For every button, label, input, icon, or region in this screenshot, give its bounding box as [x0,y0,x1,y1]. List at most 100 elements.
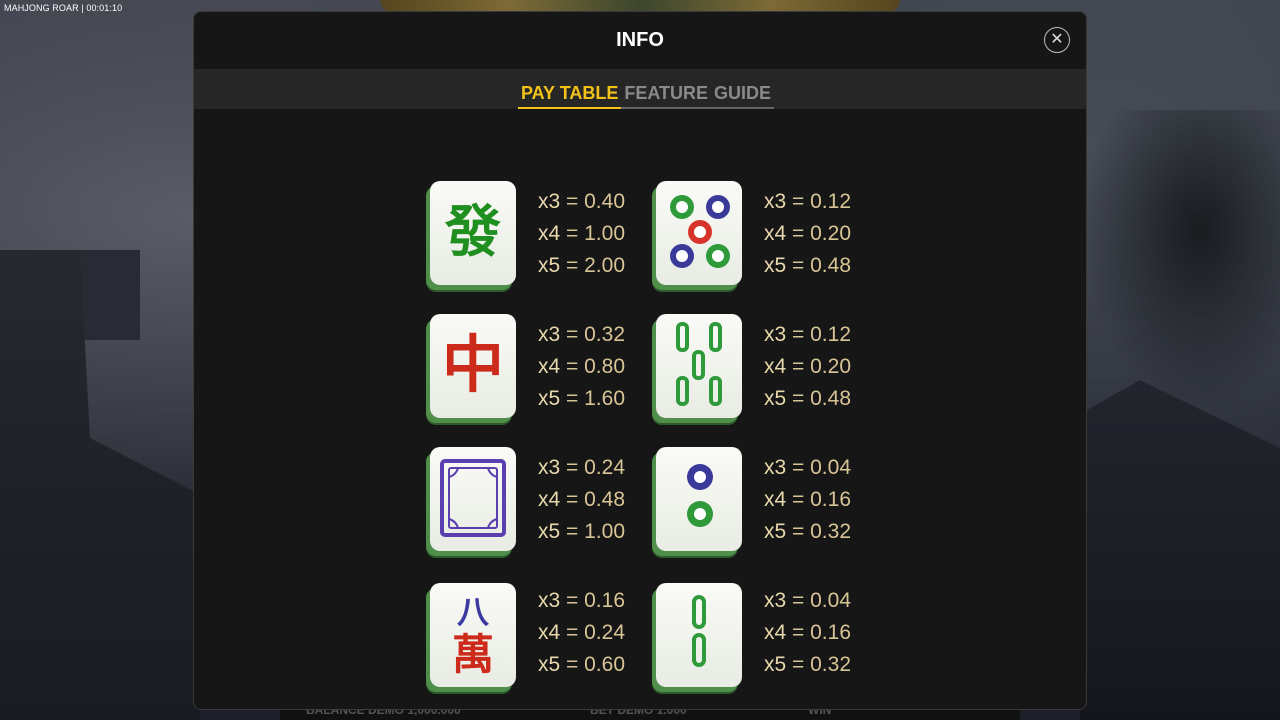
close-icon: ✕ [1050,31,1064,48]
wan-glyph: 萬 [452,630,494,679]
five-dots-tile [656,181,742,285]
pay-value: = 0.04 [792,456,852,479]
pay-multiplier: x3 [538,190,561,213]
pay-multiplier: x4 [538,488,561,511]
pay-line: x3 = 0.04 [764,452,851,484]
info-modal: INFO ✕ PAY TABLE FEATURE GUIDE 發 x3 = 0.… [193,11,1087,710]
pay-multiplier: x4 [764,222,787,245]
tab-feature[interactable]: FEATURE [621,83,712,109]
pay-line: x4 = 0.80 [538,351,625,383]
pays-white-dragon: x3 = 0.24 x4 = 0.48 x5 = 1.00 [538,452,625,548]
pay-line: x3 = 0.40 [538,186,625,218]
zhong-glyph: 中 [442,328,504,401]
pay-value: = 0.12 [792,190,852,213]
pay-value: = 0.20 [792,222,852,245]
pay-value: = 0.12 [792,323,852,346]
tab-bar: PAY TABLE FEATURE GUIDE [194,69,1086,109]
pay-line: x5 = 0.60 [538,649,625,681]
pay-line: x4 = 0.20 [764,351,851,383]
pay-line: x5 = 2.00 [538,250,625,282]
pays-red-zhong: x3 = 0.32 x4 = 0.80 x5 = 1.60 [538,319,625,415]
pay-line: x3 = 0.12 [764,186,851,218]
pay-multiplier: x4 [538,222,561,245]
pay-line: x4 = 0.20 [764,218,851,250]
pay-line: x3 = 0.16 [538,585,625,617]
white-dragon-frame-icon [440,459,506,537]
pay-multiplier: x3 [764,589,787,612]
pay-line: x4 = 0.16 [764,484,851,516]
pay-value: = 0.48 [566,488,626,511]
pay-value: = 0.80 [566,355,626,378]
pay-multiplier: x5 [764,653,787,676]
two-bamboo-tile [656,583,742,687]
pay-line: x4 = 0.48 [538,484,625,516]
pay-multiplier: x5 [538,653,561,676]
pay-line: x3 = 0.04 [764,585,851,617]
two-dots-tile [656,447,742,551]
two-bamboo-icon [692,595,706,667]
pay-multiplier: x5 [764,387,787,410]
pay-line: x5 = 0.48 [764,250,851,282]
pay-value: = 2.00 [566,254,626,277]
session-label: MAHJONG ROAR | 00:01:10 [4,3,123,13]
ba-glyph: 八 [457,593,490,631]
pay-value: = 0.48 [792,254,852,277]
pays-five-bamboo: x3 = 0.12 x4 = 0.20 x5 = 0.48 [764,319,851,415]
modal-header: INFO ✕ [194,12,1086,69]
pay-line: x3 = 0.24 [538,452,625,484]
pay-value: = 0.32 [566,323,626,346]
pay-value: = 0.32 [792,520,852,543]
pay-line: x4 = 0.16 [764,617,851,649]
pay-multiplier: x3 [538,456,561,479]
pay-line: x4 = 1.00 [538,218,625,250]
red-zhong-dragon-tile: 中 [430,314,516,418]
pay-value: = 0.04 [792,589,852,612]
pay-value: = 0.16 [566,589,626,612]
pay-line: x5 = 0.32 [764,516,851,548]
pay-line: x5 = 1.60 [538,383,625,415]
pay-multiplier: x4 [764,621,787,644]
paytable-grid: 發 x3 = 0.40 x4 = 1.00 x5 = 2.00 x3 = 0.1… [194,109,1086,709]
pay-multiplier: x4 [538,355,561,378]
tab-pay-table[interactable]: PAY TABLE [518,83,622,109]
pay-value: = 0.16 [792,621,852,644]
pay-line: x5 = 1.00 [538,516,625,548]
pay-line: x5 = 0.48 [764,383,851,415]
white-dragon-tile [430,447,516,551]
pay-line: x4 = 0.24 [538,617,625,649]
pay-multiplier: x4 [538,621,561,644]
pay-multiplier: x5 [764,254,787,277]
green-fa-dragon-tile: 發 [430,181,516,285]
close-button[interactable]: ✕ [1044,27,1070,53]
pay-multiplier: x3 [764,456,787,479]
pay-multiplier: x5 [764,520,787,543]
fa-glyph: 發 [444,200,501,265]
pay-value: = 1.00 [566,222,626,245]
pay-multiplier: x3 [538,323,561,346]
five-bamboo-tile [656,314,742,418]
pay-value: = 1.00 [566,520,626,543]
pay-multiplier: x5 [538,387,561,410]
pay-line: x3 = 0.32 [538,319,625,351]
pay-line: x5 = 0.32 [764,649,851,681]
pays-green-fa: x3 = 0.40 x4 = 1.00 x5 = 2.00 [538,186,625,282]
pays-five-dots: x3 = 0.12 x4 = 0.20 x5 = 0.48 [764,186,851,282]
pays-eight-wan: x3 = 0.16 x4 = 0.24 x5 = 0.60 [538,585,625,681]
two-dots-icon [687,464,713,527]
pay-value: = 0.16 [792,488,852,511]
eight-wan-character-tile: 八 萬 [430,583,516,687]
pays-two-bamboo: x3 = 0.04 x4 = 0.16 x5 = 0.32 [764,585,851,681]
pay-value: = 0.40 [566,190,626,213]
pay-value: = 0.24 [566,456,626,479]
tab-guide[interactable]: GUIDE [711,83,775,109]
pay-multiplier: x4 [764,488,787,511]
pay-multiplier: x4 [764,355,787,378]
modal-title: INFO [616,29,664,51]
pay-multiplier: x3 [764,190,787,213]
pay-value: = 1.60 [566,387,626,410]
pay-value: = 0.20 [792,355,852,378]
pay-value: = 0.24 [566,621,626,644]
pay-value: = 0.60 [566,653,626,676]
pay-multiplier: x3 [538,589,561,612]
pay-multiplier: x5 [538,254,561,277]
